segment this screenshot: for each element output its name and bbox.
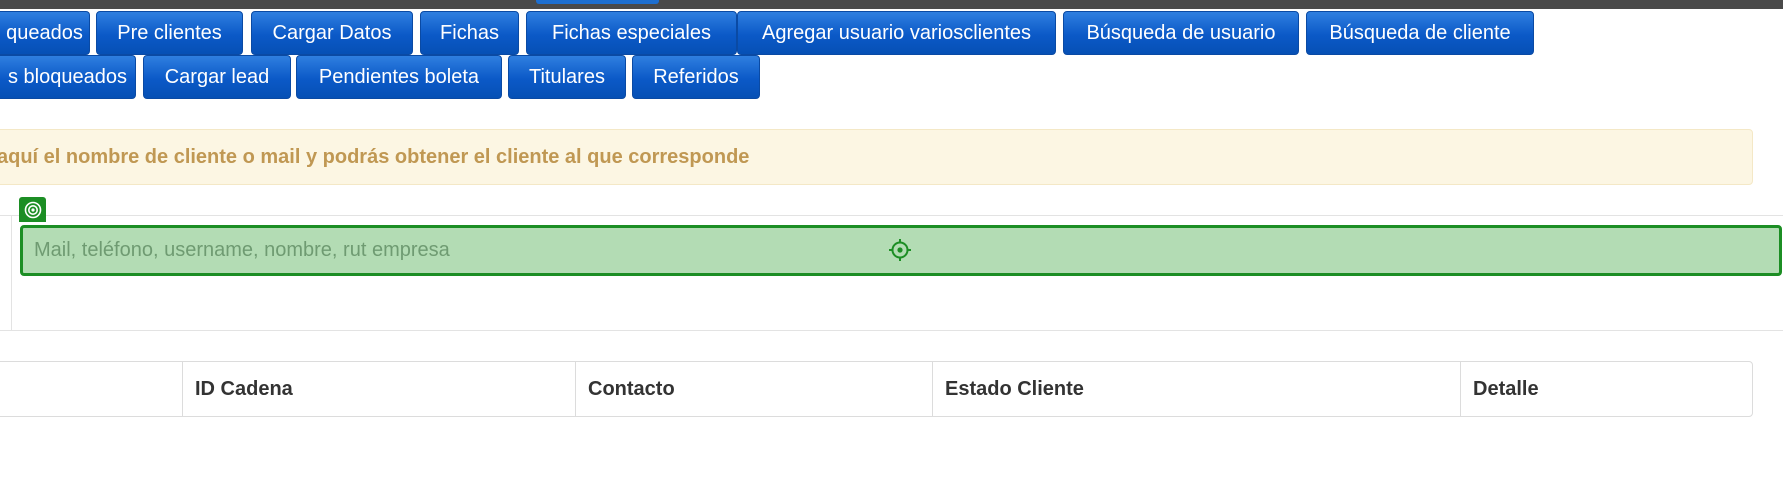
nav-button-cargar-datos[interactable]: Cargar Datos xyxy=(251,11,413,55)
table-header-detalle: Detalle xyxy=(1460,362,1752,416)
nav-button-agregar-usuario-variosclientes[interactable]: Agregar usuario variosclientes xyxy=(737,11,1056,55)
browser-top-bar xyxy=(0,0,1783,9)
nav-button-bloqueados-2[interactable]: s bloqueados xyxy=(0,55,136,99)
nav-button-pendientes-boleta[interactable]: Pendientes boleta xyxy=(296,55,502,99)
search-help-text: aquí el nombre de cliente o mail y podrá… xyxy=(0,146,750,168)
nav-button-bloqueados[interactable]: queados xyxy=(0,11,90,55)
table-header-estado-cliente: Estado Cliente xyxy=(932,362,1460,416)
table-header-contacto: Contacto xyxy=(575,362,932,416)
nav-button-referidos[interactable]: Referidos xyxy=(632,55,760,99)
nav-button-fichas-especiales[interactable]: Fichas especiales xyxy=(526,11,737,55)
form-panel-divider xyxy=(11,216,12,330)
results-table: ID Cadena Contacto Estado Cliente Detall… xyxy=(0,361,1753,417)
search-help-alert: aquí el nombre de cliente o mail y podrá… xyxy=(0,129,1753,185)
nav-button-busqueda-de-cliente[interactable]: Búsqueda de cliente xyxy=(1306,11,1534,55)
crosshair-icon xyxy=(889,239,911,261)
nav-button-cargar-lead[interactable]: Cargar lead xyxy=(143,55,291,99)
nav-button-titulares[interactable]: Titulares xyxy=(508,55,626,99)
nav-button-busqueda-de-usuario[interactable]: Búsqueda de usuario xyxy=(1063,11,1299,55)
active-tab-indicator xyxy=(536,0,659,4)
nav-button-pre-clientes[interactable]: Pre clientes xyxy=(96,11,243,55)
table-header-id-cadena: ID Cadena xyxy=(182,362,575,416)
nav-button-fichas[interactable]: Fichas xyxy=(420,11,519,55)
target-icon xyxy=(19,197,46,222)
